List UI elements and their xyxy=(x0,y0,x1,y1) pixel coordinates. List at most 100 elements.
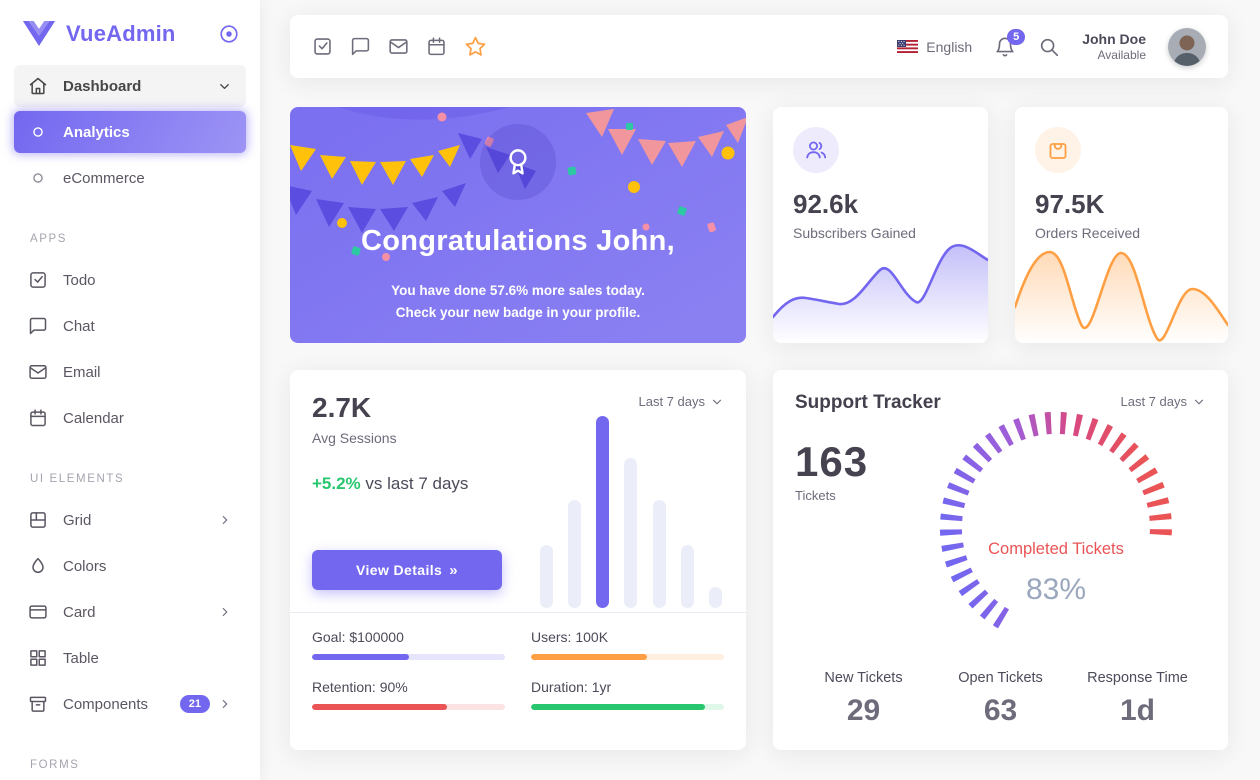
duration-progress-bar xyxy=(531,704,724,710)
menu-collapse-toggle-icon[interactable] xyxy=(218,23,240,45)
sidebar-item-calendar[interactable]: Calendar xyxy=(14,397,246,439)
congrats-line1: You have done 57.6% more sales today. xyxy=(290,280,746,302)
notifications-button[interactable]: 5 xyxy=(994,36,1016,58)
sidebar-item-components[interactable]: Components 21 xyxy=(14,683,246,725)
congrats-subtitle: You have done 57.6% more sales today. Ch… xyxy=(290,280,746,323)
layout-grid-icon xyxy=(28,510,48,530)
avg-sessions-range-select[interactable]: Last 7 days xyxy=(639,394,725,409)
top-cards-row: Congratulations John, You have done 57.6… xyxy=(290,107,1228,343)
circle-icon xyxy=(31,171,45,185)
users-progress-bar xyxy=(531,654,724,660)
double-chevron-icon: » xyxy=(449,562,458,579)
sidebar-item-analytics[interactable]: Analytics xyxy=(14,111,246,153)
brand-logo-icon xyxy=(22,20,56,47)
sidebar-item-label: Card xyxy=(63,604,96,621)
sidebar-item-label: Analytics xyxy=(63,124,130,141)
congratulations-card: Congratulations John, You have done 57.6… xyxy=(290,107,746,343)
calendar-shortcut-icon[interactable] xyxy=(426,36,447,57)
bar xyxy=(596,416,609,608)
section-label-ui-elements: UI ELEMENTS xyxy=(30,473,230,485)
retention-progress: Retention: 90% xyxy=(312,679,505,710)
sidebar-item-label: eCommerce xyxy=(63,170,145,187)
todo-shortcut-icon[interactable] xyxy=(312,36,333,57)
user-menu[interactable]: John Doe Available xyxy=(1082,30,1146,64)
goal-label: Goal: $100000 xyxy=(312,629,505,645)
chevron-down-icon xyxy=(217,79,232,94)
chat-shortcut-icon[interactable] xyxy=(350,36,371,57)
brand-name: VueAdmin xyxy=(66,21,218,47)
sidebar-item-label: Dashboard xyxy=(63,78,141,95)
sidebar-item-todo[interactable]: Todo xyxy=(14,259,246,301)
orders-area-chart xyxy=(1015,241,1228,343)
navbar-right: English 5 John Doe Available xyxy=(897,28,1206,66)
users-progress: Users: 100K xyxy=(531,629,724,660)
stat-value: 63 xyxy=(932,694,1069,728)
gauge-percent: 83% xyxy=(906,573,1206,607)
chevron-right-icon xyxy=(218,697,232,711)
sidebar-item-grid[interactable]: Grid xyxy=(14,499,246,541)
sidebar-item-table[interactable]: Table xyxy=(14,637,246,679)
users-icon xyxy=(793,127,839,173)
sidebar-item-colors[interactable]: Colors xyxy=(14,545,246,587)
message-square-icon xyxy=(28,316,48,336)
divider xyxy=(290,612,746,613)
duration-label: Duration: 1yr xyxy=(531,679,724,695)
sidebar-item-card[interactable]: Card xyxy=(14,591,246,633)
navbar-shortcuts xyxy=(312,35,487,58)
language-label: English xyxy=(926,39,972,55)
sidebar-item-chat[interactable]: Chat xyxy=(14,305,246,347)
top-navbar: English 5 John Doe Available xyxy=(290,15,1228,78)
sidebar-menu: Dashboard Analytics eCommerce APPS xyxy=(0,59,260,771)
stat-label: New Tickets xyxy=(795,670,932,686)
orders-label: Orders Received xyxy=(1035,225,1208,241)
sessions-bar-chart xyxy=(540,416,722,608)
orders-received-card: 97.5K Orders Received xyxy=(1015,107,1228,343)
section-label-apps: APPS xyxy=(30,233,230,245)
subscribers-gained-card: 92.6k Subscribers Gained xyxy=(773,107,988,343)
subscribers-value: 92.6k xyxy=(793,189,968,220)
retention-progress-bar xyxy=(312,704,505,710)
archive-icon xyxy=(28,694,48,714)
grid-squares-icon xyxy=(28,648,48,668)
sidebar-item-email[interactable]: Email xyxy=(14,351,246,393)
language-selector[interactable]: English xyxy=(897,39,972,55)
sidebar-item-label: Calendar xyxy=(63,410,124,427)
goals-progress-grid: Goal: $100000 Users: 100K Retention: 90%… xyxy=(312,629,724,710)
user-status: Available xyxy=(1082,48,1146,64)
bar xyxy=(540,545,553,608)
sidebar-item-label: Table xyxy=(63,650,99,667)
components-count-badge: 21 xyxy=(180,695,210,713)
avatar[interactable] xyxy=(1168,28,1206,66)
sidebar-item-ecommerce[interactable]: eCommerce xyxy=(14,157,246,199)
credit-card-icon xyxy=(28,602,48,622)
new-tickets-stat: New Tickets 29 xyxy=(795,670,932,728)
view-details-label: View Details xyxy=(356,562,442,578)
search-icon[interactable] xyxy=(1038,36,1060,58)
bar xyxy=(681,545,694,608)
sidebar-item-dashboard[interactable]: Dashboard xyxy=(14,65,246,107)
completed-tickets-gauge: Completed Tickets 83% xyxy=(906,400,1206,670)
email-shortcut-icon[interactable] xyxy=(388,36,409,57)
chevron-right-icon xyxy=(218,513,232,527)
shopping-bag-icon xyxy=(1035,127,1081,173)
stat-value: 1d xyxy=(1069,694,1206,728)
response-time-stat: Response Time 1d xyxy=(1069,670,1206,728)
bookmark-star-icon[interactable] xyxy=(464,35,487,58)
award-icon xyxy=(480,124,556,200)
chevron-down-icon xyxy=(710,395,724,409)
user-name: John Doe xyxy=(1082,30,1146,48)
orders-value: 97.5K xyxy=(1035,189,1208,220)
duration-progress: Duration: 1yr xyxy=(531,679,724,710)
sidebar-item-label: Todo xyxy=(63,272,96,289)
sidebar: VueAdmin Dashboard Analytics xyxy=(0,0,260,780)
bottom-cards-row: Last 7 days 2.7K Avg Sessions +5.2% vs l… xyxy=(290,370,1228,750)
main-content: English 5 John Doe Available xyxy=(260,0,1260,780)
view-details-button[interactable]: View Details » xyxy=(312,550,502,590)
home-icon xyxy=(28,76,48,96)
logo-row: VueAdmin xyxy=(0,0,260,59)
goal-progress-bar xyxy=(312,654,505,660)
gauge-center: Completed Tickets 83% xyxy=(906,540,1206,607)
delta-suffix: vs last 7 days xyxy=(365,474,468,493)
subscribers-area-chart xyxy=(773,238,988,343)
goal-progress: Goal: $100000 xyxy=(312,629,505,660)
